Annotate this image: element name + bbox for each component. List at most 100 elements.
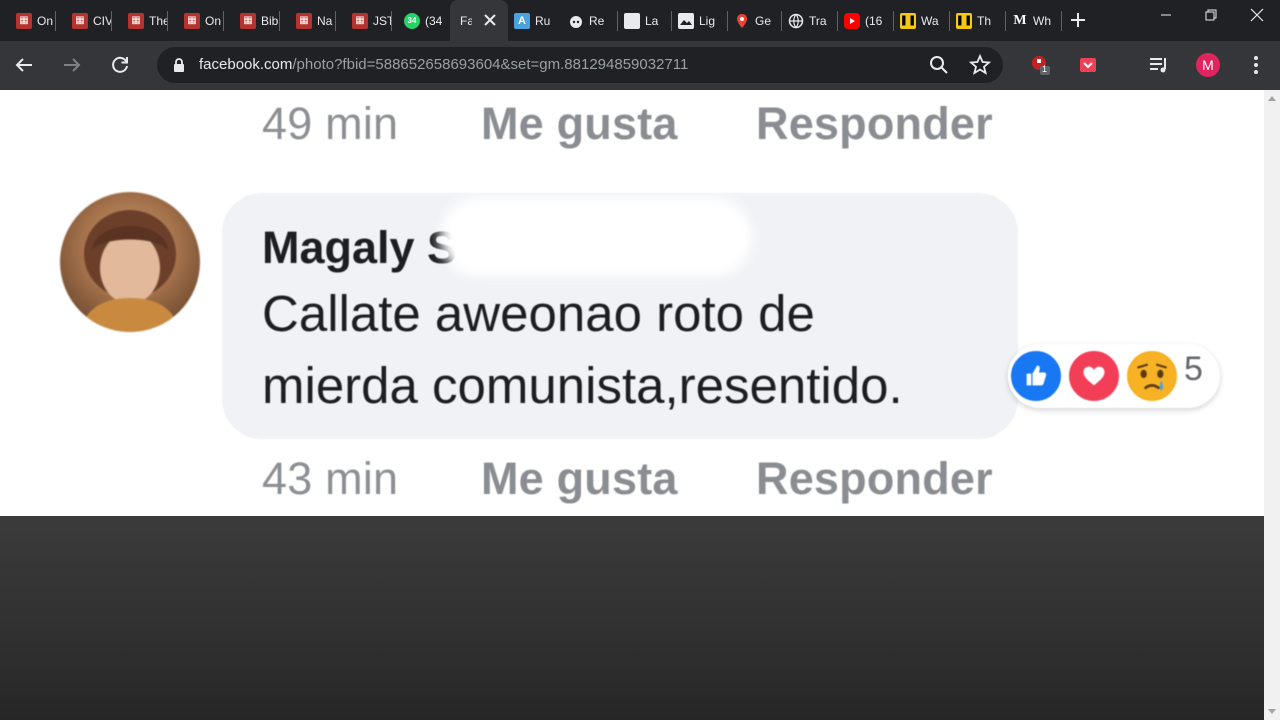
jstor-icon: ▦ xyxy=(16,12,32,29)
tab-label: (34 xyxy=(425,13,443,28)
medium-icon: M xyxy=(1013,12,1027,28)
tab-translate[interactable]: A Ru xyxy=(508,0,562,41)
translate-icon: A xyxy=(514,12,530,29)
tab-label: JST xyxy=(373,13,392,28)
tab-facebook-active[interactable]: Fa xyxy=(450,0,508,41)
tab-wikiwand-2[interactable]: ❚❚ Th xyxy=(950,0,1006,41)
scroll-up-arrow-icon[interactable] xyxy=(1268,96,1276,101)
tab-jstor-on-2[interactable]: ▦ On xyxy=(168,0,224,41)
tab-label: La xyxy=(645,13,659,28)
youtube-icon xyxy=(844,12,860,29)
forward-arrow-icon[interactable] xyxy=(60,53,84,77)
media-queue-icon[interactable] xyxy=(1147,53,1171,77)
tab-label: (16 xyxy=(865,13,883,28)
prev-comment-time: 49 min xyxy=(262,98,399,149)
browser-toolbar: facebook.com/photo?fbid=588652658693604&… xyxy=(0,41,1280,90)
tab-document[interactable]: La xyxy=(618,0,672,41)
like-link: Me gusta xyxy=(481,453,678,504)
wikiwand-icon: ❚❚ xyxy=(900,12,916,29)
close-window-icon[interactable] xyxy=(1247,5,1267,25)
lock-icon[interactable] xyxy=(172,57,186,73)
photo-viewer-backdrop xyxy=(0,516,1264,720)
address-url[interactable]: facebook.com/photo?fbid=588652658693604&… xyxy=(199,56,688,73)
image-icon xyxy=(678,12,694,29)
jstor-icon: ▦ xyxy=(128,12,144,29)
tab-label: Bib xyxy=(261,13,279,28)
globe-icon xyxy=(788,13,804,28)
close-tab-icon[interactable] xyxy=(482,12,498,28)
address-bar[interactable]: facebook.com/photo?fbid=588652658693604&… xyxy=(157,47,1003,83)
tab-jstor-na[interactable]: ▦ Na xyxy=(280,0,336,41)
tab-wikiwand-1[interactable]: ❚❚ Wa xyxy=(894,0,950,41)
tab-jstor-civ[interactable]: ▦ CIV xyxy=(56,0,112,41)
avatar-portrait-icon xyxy=(80,210,180,332)
tab-jstor-jst[interactable]: ▦ JST xyxy=(336,0,392,41)
tab-label: Lig xyxy=(699,13,716,28)
comment-screenshot-image: 49 min Me gusta Responder Magaly S Calla… xyxy=(0,90,1264,516)
tab-label: Th xyxy=(977,13,992,28)
comment-author: Magaly S xyxy=(262,222,458,273)
tab-label: Na xyxy=(317,13,333,28)
tab-label: Fa xyxy=(460,13,472,28)
tab-label: CIV xyxy=(93,13,112,28)
url-host: facebook.com xyxy=(199,56,293,73)
profile-avatar[interactable]: M xyxy=(1196,53,1220,77)
thumbs-up-icon xyxy=(1026,365,1047,386)
jstor-icon: ▦ xyxy=(352,12,368,29)
heart-icon xyxy=(1083,366,1105,386)
comment-text-line-2: mierda comunista,resentido. xyxy=(262,357,903,414)
tab-strip: ▦ On ▦ CIV ▦ The ▦ On ▦ Bib ▦ Na ▦ JST 3… xyxy=(0,0,1280,41)
new-tab-plus-icon[interactable] xyxy=(1068,10,1088,30)
document-icon xyxy=(624,12,640,29)
tab-label: On xyxy=(37,13,54,28)
prev-like-link: Me gusta xyxy=(481,98,678,149)
tab-reddit[interactable]: Re xyxy=(562,0,618,41)
tab-jstor-the[interactable]: ▦ The xyxy=(112,0,168,41)
reddit-icon xyxy=(570,15,582,28)
jstor-icon: ▦ xyxy=(240,12,256,29)
menu-kebab-icon[interactable] xyxy=(1244,53,1268,77)
wikiwand-icon: ❚❚ xyxy=(956,12,972,29)
pocket-icon[interactable] xyxy=(1076,53,1100,77)
jstor-icon: ▦ xyxy=(72,12,88,29)
redaction-mark xyxy=(440,197,752,277)
tab-whatsapp[interactable]: 34 (34 xyxy=(392,0,448,41)
tab-label: Ru xyxy=(535,13,551,28)
tab-maps[interactable]: Ge xyxy=(728,0,782,41)
tab-globe[interactable]: Tra xyxy=(782,0,838,41)
reaction-count: 5 xyxy=(1184,350,1203,388)
comment-text-line-1: Callate aweonao roto de xyxy=(262,285,815,342)
extension-icon xyxy=(1032,56,1050,75)
tab-label: Tra xyxy=(809,13,827,28)
page-scrollbar[interactable] xyxy=(1264,90,1280,720)
love-reaction-icon xyxy=(1066,348,1122,404)
tab-jstor-bib[interactable]: ▦ Bib xyxy=(224,0,280,41)
comment-time: 43 min xyxy=(262,453,399,504)
tab-jstor-on-1[interactable]: ▦ On xyxy=(0,0,56,41)
zoom-search-icon[interactable] xyxy=(927,53,951,77)
tab-lig[interactable]: Lig xyxy=(672,0,728,41)
tab-medium[interactable]: M Wh xyxy=(1006,0,1062,41)
scroll-down-arrow-icon[interactable] xyxy=(1268,709,1276,714)
sad-reaction-icon xyxy=(1124,348,1180,404)
tab-label: Re xyxy=(589,13,605,28)
tab-label: Wh xyxy=(1033,13,1051,28)
extension-badge-count: 1 xyxy=(1042,64,1048,74)
tab-label: Ge xyxy=(755,13,772,28)
sad-face-icon xyxy=(1129,353,1175,399)
page-viewport: 49 min Me gusta Responder Magaly S Calla… xyxy=(0,90,1264,720)
map-pin-icon xyxy=(737,13,747,28)
back-arrow-icon[interactable] xyxy=(12,53,36,77)
extension-badge-button[interactable]: 1 xyxy=(1028,53,1052,77)
tab-label: Wa xyxy=(921,13,939,28)
minimize-window-icon[interactable] xyxy=(1156,5,1176,25)
jstor-icon: ▦ xyxy=(296,12,312,29)
tab-label: On xyxy=(205,13,222,28)
reload-icon[interactable] xyxy=(108,53,132,77)
tab-label: The xyxy=(149,13,168,28)
tab-youtube[interactable]: (16 xyxy=(838,0,894,41)
bookmark-star-icon[interactable] xyxy=(968,53,992,77)
commenter-avatar xyxy=(60,192,200,332)
restore-window-icon[interactable] xyxy=(1201,5,1221,25)
reply-link: Responder xyxy=(756,453,993,504)
